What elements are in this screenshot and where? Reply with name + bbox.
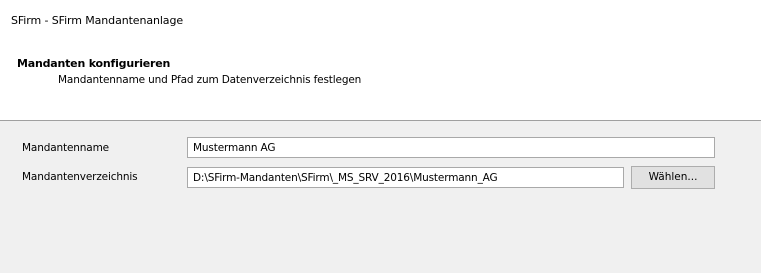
mandantenname-input[interactable] [187,137,715,158]
mandantenverzeichnis-input[interactable] [187,167,624,188]
title-bar: SFirm - SFirm Mandantenanlage [0,0,761,44]
mandantenverzeichnis-label: Mandantenverzeichnis [22,171,138,183]
mandantenname-label: Mandantenname [22,142,109,154]
waehlen-button[interactable]: Wählen... [631,166,715,189]
header-subtitle: Mandantenname und Pfad zum Datenverzeich… [58,74,362,86]
mandantenanlage-window: SFirm - SFirm Mandantenanlage Mandanten … [0,0,761,273]
window-title: SFirm - SFirm Mandantenanlage [11,14,183,27]
wizard-header: Mandanten konfigurieren Mandantenname un… [0,44,761,121]
header-title: Mandanten konfigurieren [17,57,171,70]
